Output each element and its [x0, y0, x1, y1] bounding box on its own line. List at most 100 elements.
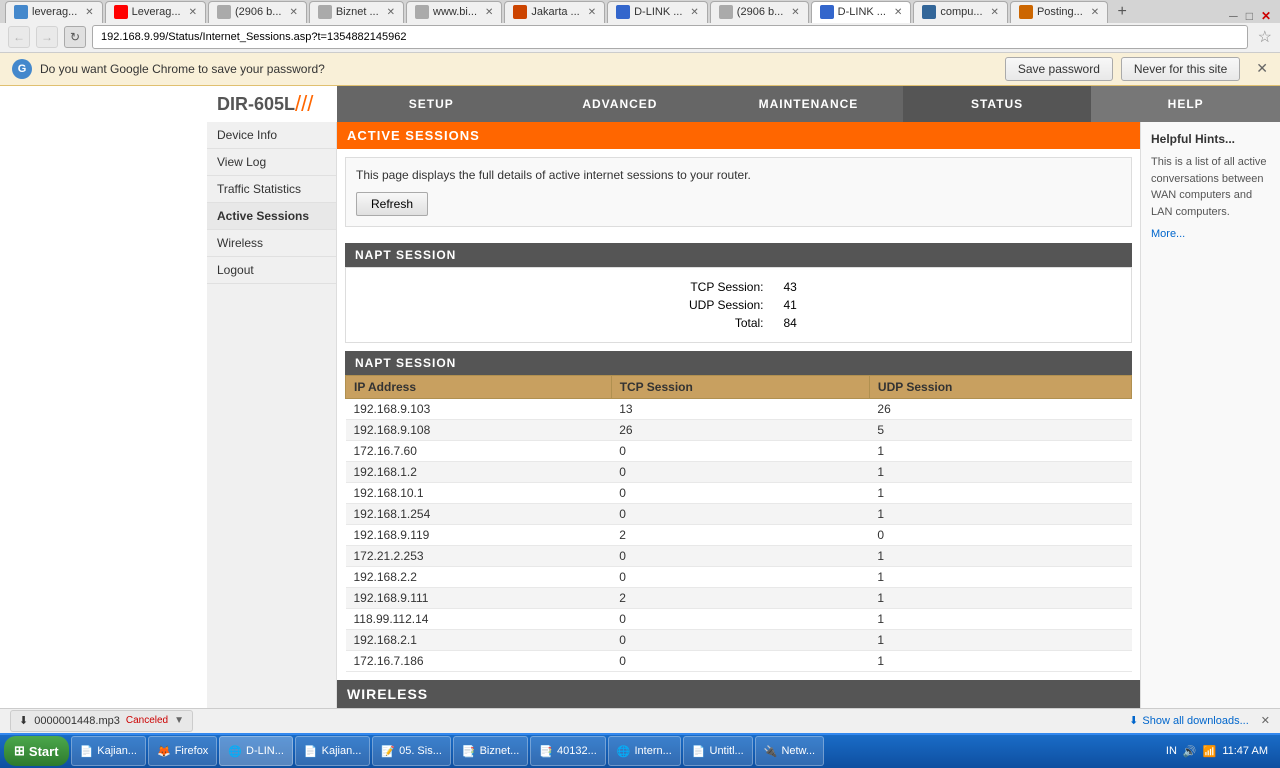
taskbar-item-untitl[interactable]: 📄 Untitl... — [683, 736, 753, 766]
maximize-button[interactable]: □ — [1242, 9, 1257, 23]
tab-10[interactable]: compu... ✕ — [913, 1, 1008, 23]
tab-9[interactable]: D-LINK ... ✕ — [811, 1, 912, 23]
cell-udp: 1 — [869, 651, 1131, 672]
taskbar-item-icon-6: 📑 — [462, 745, 476, 758]
taskbar-item-label-3: D-LIN... — [246, 745, 284, 757]
tab-close-3[interactable]: ✕ — [289, 7, 297, 18]
sidebar-item-view-log[interactable]: View Log — [207, 149, 336, 176]
napt-summary-header: NAPT SESSION — [345, 243, 1132, 267]
never-for-site-button[interactable]: Never for this site — [1121, 57, 1240, 81]
taskbar-network-icon[interactable]: 📶 — [1203, 745, 1217, 758]
browser-window: leverag... ✕ Leverag... ✕ (2906 b... ✕ B… — [0, 0, 1280, 768]
tab-7[interactable]: D-LINK ... ✕ — [607, 1, 708, 23]
close-button[interactable]: ✕ — [1257, 9, 1275, 23]
tab-favicon-10 — [922, 5, 936, 19]
tcp-value: 43 — [784, 280, 814, 294]
sidebar-item-traffic-statistics[interactable]: Traffic Statistics — [207, 176, 336, 203]
tab-close-4[interactable]: ✕ — [387, 7, 395, 18]
nav-advanced[interactable]: ADVANCED — [526, 86, 715, 122]
cell-ip: 192.168.9.119 — [346, 525, 612, 546]
tab-close-2[interactable]: ✕ — [189, 7, 197, 18]
cell-ip: 172.16.7.186 — [346, 651, 612, 672]
tab-close-1[interactable]: ✕ — [85, 7, 93, 18]
taskbar-item-kajian2[interactable]: 📄 Kajian... — [295, 736, 370, 766]
save-password-button[interactable]: Save password — [1005, 57, 1113, 81]
tab-11[interactable]: Posting... ✕ — [1010, 1, 1108, 23]
tab-label-7: D-LINK ... — [634, 6, 682, 18]
close-download-bar-button[interactable]: ✕ — [1261, 714, 1270, 727]
tab-close-5[interactable]: ✕ — [485, 7, 493, 18]
tab-8[interactable]: (2906 b... ✕ — [710, 1, 809, 23]
help-more-link[interactable]: More... — [1151, 228, 1270, 240]
table-row: 192.168.2.2 0 1 — [346, 567, 1132, 588]
reload-button[interactable]: ↻ — [64, 26, 86, 48]
cell-tcp: 2 — [611, 525, 869, 546]
cell-ip: 192.168.2.2 — [346, 567, 612, 588]
nav-maintenance[interactable]: MAINTENANCE — [714, 86, 903, 122]
tab-close-8[interactable]: ✕ — [791, 7, 799, 18]
taskbar-item-intern[interactable]: 🌐 Intern... — [608, 736, 681, 766]
forward-button[interactable]: → — [36, 26, 58, 48]
tab-1[interactable]: leverag... ✕ — [5, 1, 103, 23]
address-bar[interactable] — [92, 25, 1248, 49]
nav-setup[interactable]: SETUP — [337, 86, 526, 122]
col-ip: IP Address — [346, 376, 612, 399]
tab-close-11[interactable]: ✕ — [1091, 7, 1099, 18]
taskbar-item-sis[interactable]: 📝 05. Sis... — [372, 736, 451, 766]
cell-tcp: 0 — [611, 630, 869, 651]
sidebar-item-wireless[interactable]: Wireless — [207, 230, 336, 257]
download-expand-button[interactable]: ▼ — [174, 715, 184, 726]
back-button[interactable]: ← — [8, 26, 30, 48]
taskbar-item-icon-10: 🔌 — [764, 745, 778, 758]
table-row: 192.168.10.1 0 1 — [346, 483, 1132, 504]
help-text: This is a list of all active conversatio… — [1151, 154, 1270, 220]
tab-favicon-9 — [820, 5, 834, 19]
show-all-downloads[interactable]: ⬇ Show all downloads... — [1129, 714, 1249, 727]
tab-close-6[interactable]: ✕ — [588, 7, 596, 18]
cell-udp: 1 — [869, 567, 1131, 588]
taskbar-item-icon-7: 📑 — [539, 745, 553, 758]
bookmark-star-icon[interactable]: ☆ — [1258, 27, 1272, 47]
sidebar-item-logout[interactable]: Logout — [207, 257, 336, 284]
tab-5[interactable]: www.bi... ✕ — [406, 1, 502, 23]
sidebar-item-active-sessions[interactable]: Active Sessions — [207, 203, 336, 230]
tab-label-3: (2906 b... — [235, 6, 281, 18]
taskbar-volume-icon[interactable]: 🔊 — [1183, 745, 1197, 758]
taskbar-item-firefox[interactable]: 🦊 Firefox — [148, 736, 217, 766]
tab-4[interactable]: Biznet ... ✕ — [309, 1, 404, 23]
start-button[interactable]: ⊞ Start — [4, 736, 69, 766]
table-row: 192.168.1.2 0 1 — [346, 462, 1132, 483]
taskbar-item-kajian1[interactable]: 📄 Kajian... — [71, 736, 146, 766]
close-password-bar-button[interactable]: ✕ — [1256, 60, 1268, 77]
taskbar-item-icon-2: 🦊 — [157, 745, 171, 758]
cell-ip: 172.16.7.60 — [346, 441, 612, 462]
taskbar-item-netw[interactable]: 🔌 Netw... — [755, 736, 824, 766]
napt-table-header: NAPT SESSION — [345, 351, 1132, 375]
tab-close-9[interactable]: ✕ — [894, 7, 902, 18]
download-status: Canceled — [126, 715, 168, 726]
tab-label-2: Leverag... — [132, 6, 181, 18]
taskbar-item-40132[interactable]: 📑 40132... — [530, 736, 605, 766]
nav-status[interactable]: STATUS — [903, 86, 1092, 122]
tab-6[interactable]: Jakarta ... ✕ — [504, 1, 605, 23]
tab-close-10[interactable]: ✕ — [991, 7, 999, 18]
taskbar-item-biznet[interactable]: 📑 Biznet... — [453, 736, 528, 766]
new-tab-button[interactable]: + — [1110, 1, 1134, 23]
sidebar-item-device-info[interactable]: Device Info — [207, 122, 336, 149]
taskbar-item-dlink[interactable]: 🌐 D-LIN... — [219, 736, 293, 766]
tab-favicon-2 — [114, 5, 128, 19]
tab-close-7[interactable]: ✕ — [690, 7, 698, 18]
cell-udp: 1 — [869, 546, 1131, 567]
download-filename: 0000001448.mp3 — [34, 715, 120, 727]
cell-ip: 118.99.112.14 — [346, 609, 612, 630]
tab-2[interactable]: Leverag... ✕ — [105, 1, 206, 23]
total-value: 84 — [784, 316, 814, 330]
taskbar-item-icon-5: 📝 — [381, 745, 395, 758]
refresh-button[interactable]: Refresh — [356, 192, 428, 216]
minimize-button[interactable]: ─ — [1225, 9, 1242, 23]
cell-ip: 192.168.1.2 — [346, 462, 612, 483]
cell-udp: 1 — [869, 609, 1131, 630]
tab-label-1: leverag... — [32, 6, 77, 18]
tab-3[interactable]: (2906 b... ✕ — [208, 1, 307, 23]
nav-help[interactable]: HELP — [1091, 86, 1280, 122]
